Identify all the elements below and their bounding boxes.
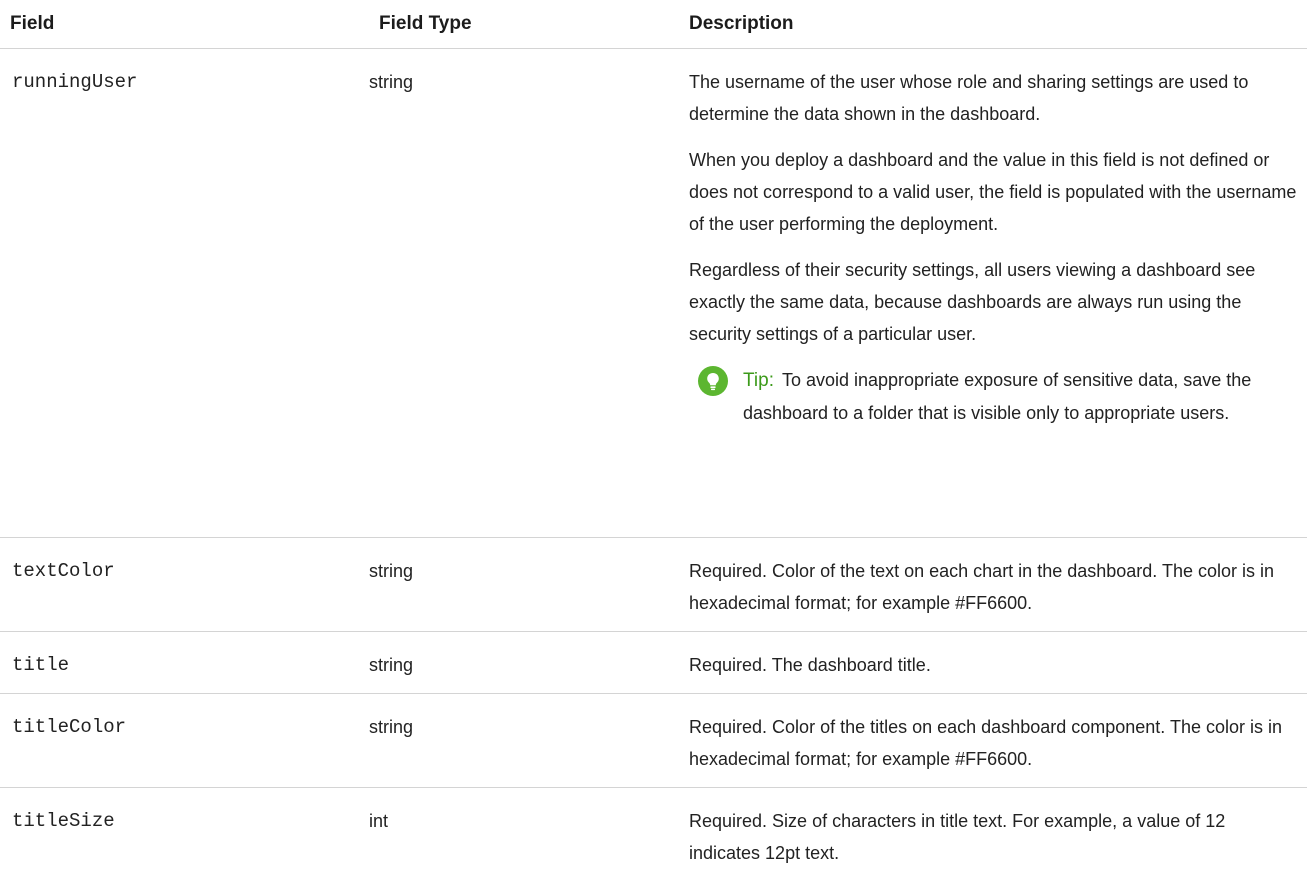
field-name: runningUser [0,49,369,538]
table-body: runningUser string The username of the u… [0,49,1307,881]
table-row: title string Required. The dashboard tit… [0,632,1307,694]
field-type: string [369,538,686,632]
header-field-type: Field Type [369,0,686,49]
table-row: titleColor string Required. Color of the… [0,694,1307,788]
field-name: titleColor [0,694,369,788]
tip-label: Tip: [743,370,774,391]
field-description: Required. Color of the text on each char… [686,538,1307,632]
description-paragraph: When you deploy a dashboard and the valu… [689,144,1299,240]
header-row: Field Field Type Description [0,0,1307,49]
field-type: string [369,694,686,788]
description-paragraph: Required. Color of the titles on each da… [689,711,1299,775]
table-header: Field Field Type Description [0,0,1307,49]
field-description: Required. Color of the titles on each da… [686,694,1307,788]
field-reference-table: Field Field Type Description runningUser… [0,0,1307,881]
lightbulb-icon [698,366,728,396]
header-description: Description [686,0,1307,49]
tip-text: To avoid inappropriate exposure of sensi… [743,370,1251,423]
description-paragraph: Required. The dashboard title. [689,649,1299,681]
description-paragraph: Required. Color of the text on each char… [689,555,1299,619]
field-type: string [369,632,686,694]
field-name: titleSize [0,788,369,881]
header-field: Field [0,0,369,49]
description-paragraph: Required. Size of characters in title te… [689,805,1299,869]
field-type: string [369,49,686,538]
field-name: textColor [0,538,369,632]
field-description: Required. Size of characters in title te… [686,788,1307,881]
description-paragraph: Regardless of their security settings, a… [689,254,1299,350]
field-type: int [369,788,686,881]
table-row: runningUser string The username of the u… [0,49,1307,538]
tip-callout: Tip:To avoid inappropriate exposure of s… [689,364,1299,429]
table-row: textColor string Required. Color of the … [0,538,1307,632]
field-description: The username of the user whose role and … [686,49,1307,538]
field-name: title [0,632,369,694]
table-row: titleSize int Required. Size of characte… [0,788,1307,881]
field-description: Required. The dashboard title. [686,632,1307,694]
description-paragraph: The username of the user whose role and … [689,66,1299,130]
